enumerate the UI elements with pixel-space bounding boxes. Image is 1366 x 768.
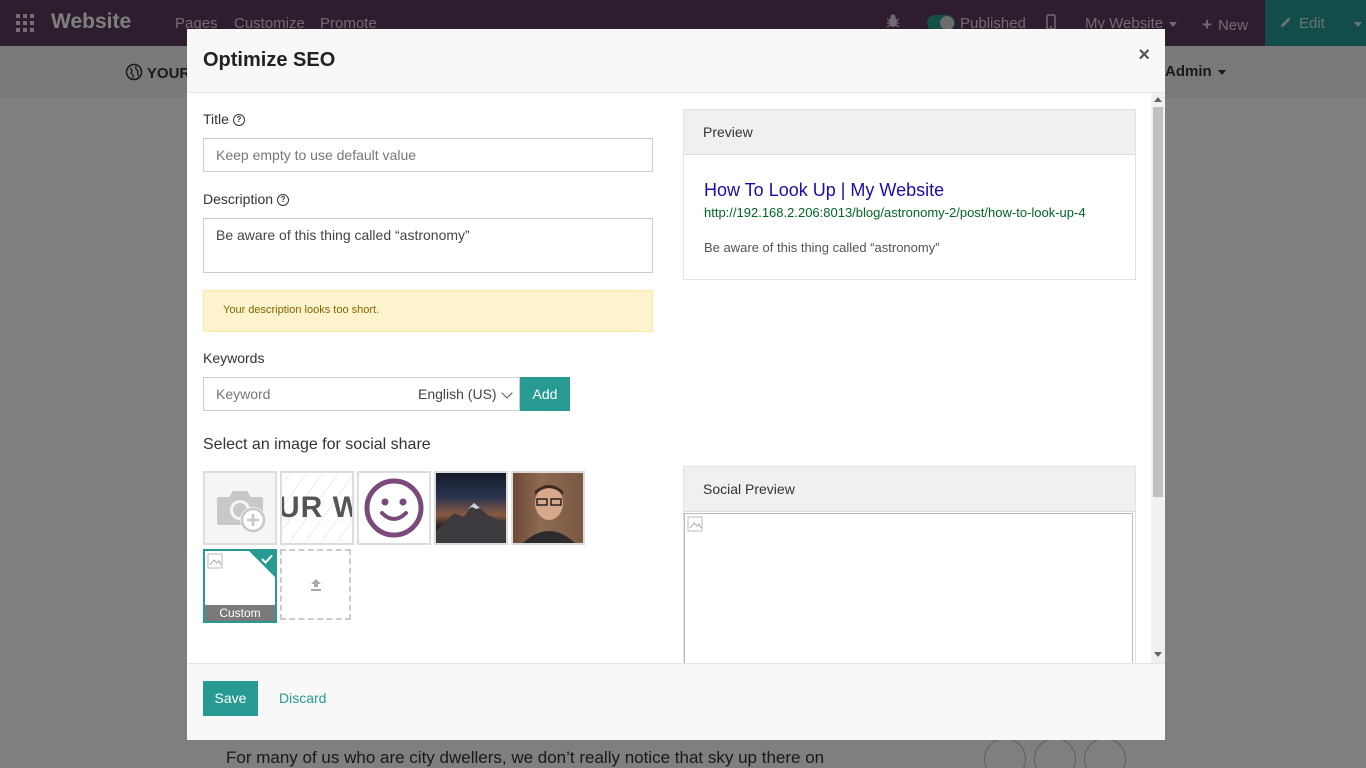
description-label-text: Description xyxy=(203,191,274,207)
keyword-language-select[interactable]: English (US) xyxy=(406,377,520,411)
custom-label: Custom xyxy=(205,605,275,621)
seo-description-input[interactable] xyxy=(203,218,653,273)
discard-button[interactable]: Discard xyxy=(279,690,326,706)
mountain-photo[interactable] xyxy=(434,471,508,545)
social-preview-panel: Social Preview xyxy=(683,466,1136,663)
seo-preview-panel: Preview How To Look Up | My Website http… xyxy=(683,109,1136,280)
modal-body: Title? Description? Your description loo… xyxy=(187,93,1165,663)
smiley-icon[interactable] xyxy=(357,471,431,545)
description-label: Description? xyxy=(203,191,290,207)
keywords-label: Keywords xyxy=(203,350,265,366)
title-label-text: Title xyxy=(203,111,229,127)
preview-url: http://192.168.2.206:8013/blog/astronomy… xyxy=(704,205,1086,220)
logo-thumbnail-text: UR W xyxy=(280,491,352,524)
check-icon xyxy=(261,554,273,564)
upload-image-button[interactable] xyxy=(280,549,351,620)
scroll-down-arrow-icon[interactable] xyxy=(1154,652,1162,657)
social-preview-heading: Social Preview xyxy=(684,467,1135,512)
modal-title: Optimize SEO xyxy=(203,49,336,71)
preview-heading: Preview xyxy=(684,110,1135,155)
scrollbar-thumb[interactable] xyxy=(1153,107,1163,497)
modal-header: Optimize SEO × xyxy=(187,29,1165,93)
camera-add-icon[interactable] xyxy=(203,471,277,545)
add-keyword-button[interactable]: Add xyxy=(520,377,570,411)
broken-image-icon xyxy=(207,553,223,569)
social-preview-image xyxy=(684,513,1133,663)
chevron-down-icon xyxy=(501,387,513,399)
modal-footer: Save Discard xyxy=(187,663,1165,740)
scroll-up-arrow-icon[interactable] xyxy=(1154,97,1162,102)
help-icon[interactable]: ? xyxy=(277,194,290,207)
keyword-language-value: English (US) xyxy=(418,386,497,402)
broken-image-icon xyxy=(687,516,703,532)
upload-icon xyxy=(311,579,321,591)
preview-title: How To Look Up | My Website xyxy=(704,180,945,200)
modal-scrollbar[interactable] xyxy=(1151,93,1165,663)
person-photo[interactable] xyxy=(511,471,585,545)
close-icon[interactable]: × xyxy=(1138,44,1150,67)
custom-image-thumbnail[interactable]: Custom xyxy=(203,549,277,623)
preview-description: Be aware of this thing called “astronomy… xyxy=(704,240,940,255)
seo-title-input[interactable] xyxy=(203,138,653,172)
description-warning: Your description looks too short. xyxy=(203,290,653,332)
optimize-seo-dialog: Optimize SEO × Title? Description? Your … xyxy=(187,29,1165,740)
save-button[interactable]: Save xyxy=(203,681,258,716)
keyword-input[interactable] xyxy=(203,377,407,411)
social-image-heading: Select an image for social share xyxy=(203,436,431,453)
logo-thumbnail[interactable]: UR W xyxy=(280,471,354,545)
help-icon[interactable]: ? xyxy=(232,114,245,127)
title-label: Title? xyxy=(203,111,245,127)
